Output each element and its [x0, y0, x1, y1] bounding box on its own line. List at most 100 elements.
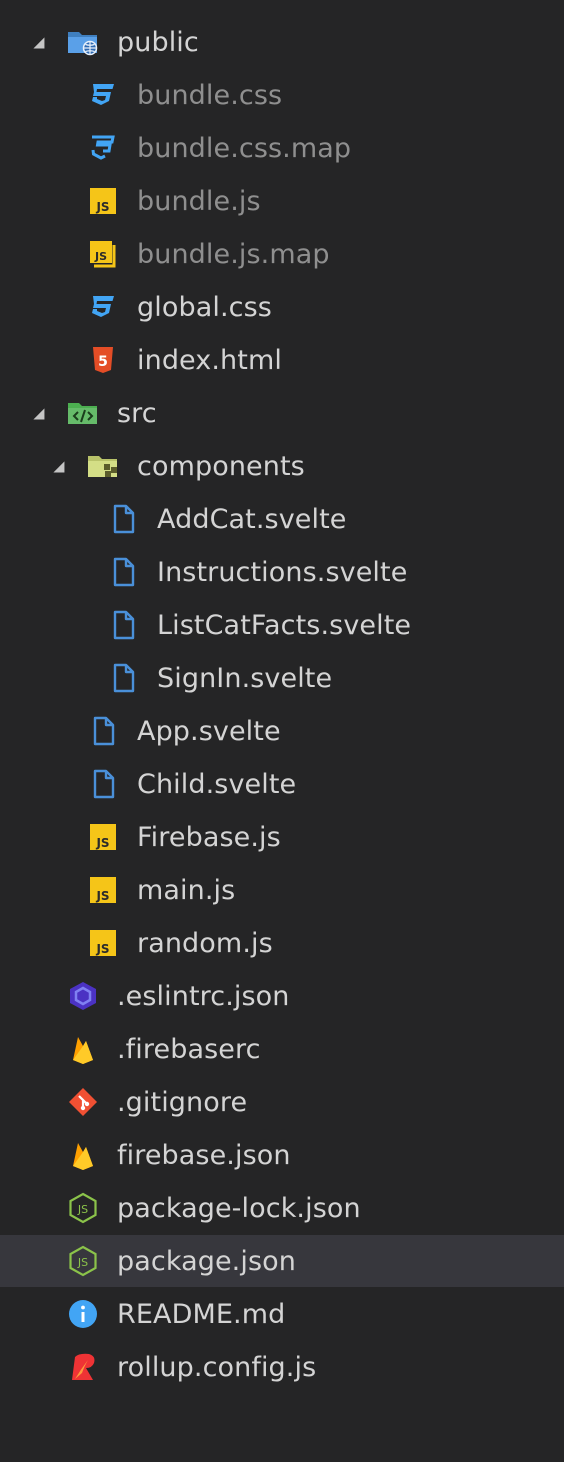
item-label: ListCatFacts.svelte: [157, 609, 412, 641]
css-map-icon: [86, 131, 120, 165]
file-row-app-svelte[interactable]: App.svelte: [0, 705, 564, 757]
file-row-signin-svelte[interactable]: SignIn.svelte: [0, 652, 564, 704]
file-row-gitignore[interactable]: .gitignore: [0, 1076, 564, 1128]
info-icon: [66, 1297, 100, 1331]
partial-row-icon: [82, 0, 122, 4]
file-row-eslintrc-json[interactable]: .eslintrc.json: [0, 970, 564, 1022]
file-row-main-js[interactable]: JS main.js: [0, 864, 564, 916]
rollup-icon: [66, 1350, 100, 1384]
item-label: .gitignore: [117, 1086, 248, 1118]
svg-text:JS: JS: [94, 250, 107, 263]
file-icon: [86, 767, 120, 801]
file-row-bundle-js-map[interactable]: JS bundle.js.map: [0, 228, 564, 280]
item-label: package.json: [117, 1245, 296, 1277]
item-label: Child.svelte: [137, 768, 297, 800]
js-icon: JS: [86, 873, 120, 907]
file-row-bundle-js[interactable]: JS bundle.js: [0, 175, 564, 227]
item-label: .eslintrc.json: [117, 980, 290, 1012]
folder-row-components[interactable]: components: [0, 440, 564, 492]
folder-public-icon: [66, 25, 100, 59]
file-icon: [106, 502, 140, 536]
expand-chevron-icon[interactable]: [28, 32, 48, 52]
item-label: components: [137, 450, 305, 482]
svg-text:JS: JS: [77, 1256, 88, 1269]
item-label: index.html: [137, 344, 282, 376]
item-label: rollup.config.js: [117, 1351, 317, 1383]
svg-text:JS: JS: [77, 1203, 88, 1216]
file-row-package-lock-json[interactable]: JS package-lock.json: [0, 1182, 564, 1234]
item-label: bundle.js: [137, 185, 261, 217]
svg-text:JS: JS: [95, 836, 109, 850]
item-label: SignIn.svelte: [157, 662, 333, 694]
js-icon: JS: [86, 926, 120, 960]
file-row-firebase-json[interactable]: firebase.json: [0, 1129, 564, 1181]
expand-chevron-icon[interactable]: [28, 403, 48, 423]
eslint-icon: [66, 979, 100, 1013]
svg-text:5: 5: [98, 354, 108, 370]
js-icon: JS: [86, 184, 120, 218]
item-label: src: [117, 397, 157, 429]
svg-text:JS: JS: [95, 200, 109, 214]
file-row-child-svelte[interactable]: Child.svelte: [0, 758, 564, 810]
file-row-index-html[interactable]: 5 index.html: [0, 334, 564, 386]
file-row-firebaserc[interactable]: .firebaserc: [0, 1023, 564, 1075]
item-label: README.md: [117, 1298, 286, 1330]
item-label: package-lock.json: [117, 1192, 361, 1224]
file-row-bundle-css[interactable]: bundle.css: [0, 69, 564, 121]
item-label: App.svelte: [137, 715, 281, 747]
file-row-readme-md[interactable]: README.md: [0, 1288, 564, 1340]
folder-src-icon: [66, 396, 100, 430]
git-icon: [66, 1085, 100, 1119]
svg-text:JS: JS: [95, 889, 109, 903]
item-label: bundle.css.map: [137, 132, 352, 164]
css-icon: [86, 290, 120, 324]
folder-row-public[interactable]: public: [0, 16, 564, 68]
item-label: random.js: [137, 927, 273, 959]
item-label: public: [117, 26, 199, 58]
file-row-addcat-svelte[interactable]: AddCat.svelte: [0, 493, 564, 545]
file-row-instructions-svelte[interactable]: Instructions.svelte: [0, 546, 564, 598]
file-row-firebase-js[interactable]: JS Firebase.js: [0, 811, 564, 863]
expand-chevron-icon[interactable]: [48, 456, 68, 476]
file-icon: [106, 661, 140, 695]
firebase-icon: [66, 1032, 100, 1066]
file-row-random-js[interactable]: JS random.js: [0, 917, 564, 969]
nodejs-icon: JS: [66, 1244, 100, 1278]
item-label: main.js: [137, 874, 236, 906]
firebase-icon: [66, 1138, 100, 1172]
js-icon: JS: [86, 820, 120, 854]
file-explorer-tree: public bundle.css bundle.css.map JS bundle.j…: [0, 0, 564, 1462]
html5-icon: 5: [86, 343, 120, 377]
item-label: AddCat.svelte: [157, 503, 347, 535]
item-label: global.css: [137, 291, 272, 323]
file-row-package-json[interactable]: JS package.json: [0, 1235, 564, 1287]
file-row-listcatfacts-svelte[interactable]: ListCatFacts.svelte: [0, 599, 564, 651]
item-label: firebase.json: [117, 1139, 291, 1171]
file-icon: [106, 555, 140, 589]
folder-row-src[interactable]: src: [0, 387, 564, 439]
item-label: Firebase.js: [137, 821, 281, 853]
file-row-rollup-config-js[interactable]: rollup.config.js: [0, 1341, 564, 1393]
file-row-bundle-css-map[interactable]: bundle.css.map: [0, 122, 564, 174]
file-row-global-css[interactable]: global.css: [0, 281, 564, 333]
